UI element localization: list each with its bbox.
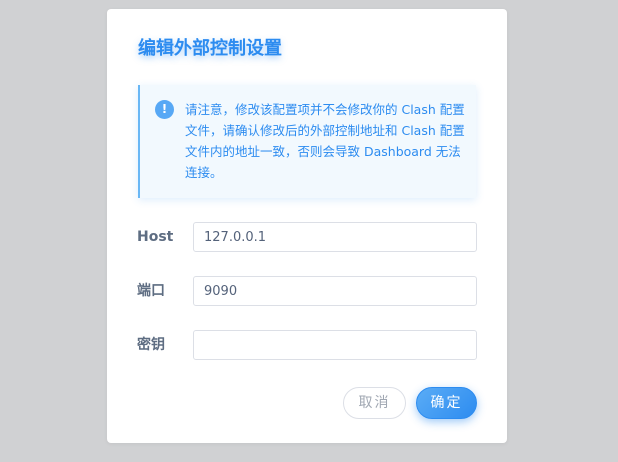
host-input[interactable] xyxy=(193,222,477,252)
port-input[interactable] xyxy=(193,276,477,306)
confirm-button[interactable]: 确定 xyxy=(416,387,477,419)
host-label: Host xyxy=(137,229,174,245)
secret-row: 密钥 xyxy=(137,330,477,360)
info-icon: ! xyxy=(155,100,174,119)
external-controller-dialog: 编辑外部控制设置 ! 请注意，修改该配置项并不会修改你的 Clash 配置文件，… xyxy=(107,9,507,443)
secret-label: 密钥 xyxy=(137,337,165,353)
dialog-title: 编辑外部控制设置 xyxy=(138,38,282,59)
port-row: 端口 xyxy=(137,276,477,306)
alert-message: 请注意，修改该配置项并不会修改你的 Clash 配置文件，请确认修改后的外部控制… xyxy=(185,102,465,180)
port-label: 端口 xyxy=(137,283,165,299)
info-alert: ! 请注意，修改该配置项并不会修改你的 Clash 配置文件，请确认修改后的外部… xyxy=(138,85,476,198)
host-row: Host xyxy=(137,222,477,252)
secret-input[interactable] xyxy=(193,330,477,360)
cancel-button[interactable]: 取消 xyxy=(343,387,406,419)
